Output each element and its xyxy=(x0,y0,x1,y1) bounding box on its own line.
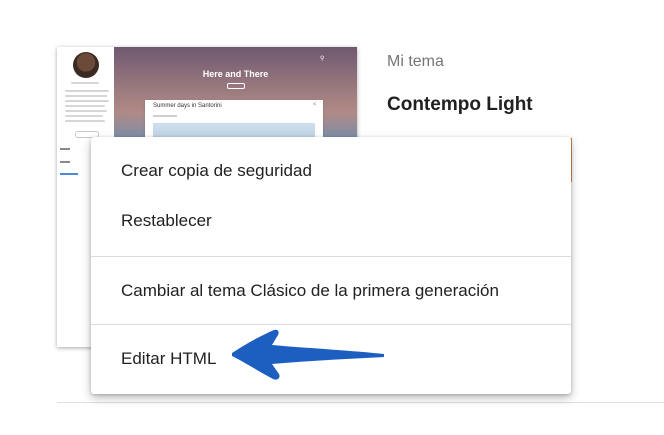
my-theme-label: Mi tema xyxy=(387,53,444,70)
preview-nav-line xyxy=(60,161,70,163)
preview-text-line xyxy=(65,95,107,97)
preview-text-line xyxy=(65,115,103,117)
search-icon: ⚲ xyxy=(320,56,325,62)
menu-divider xyxy=(91,256,571,257)
preview-nav-line xyxy=(60,148,70,150)
menu-item-restore[interactable]: Restablecer xyxy=(91,199,571,243)
preview-nav-line xyxy=(60,173,78,175)
preview-text-line xyxy=(65,105,105,107)
share-icon: < xyxy=(313,102,317,108)
preview-text-line xyxy=(65,90,109,92)
theme-name: Contempo Light xyxy=(387,94,533,115)
divider xyxy=(57,402,664,403)
menu-item-switch-classic-theme[interactable]: Cambiar al tema Clásico de la primera ge… xyxy=(91,269,571,313)
preview-post-title: Summer days in Santorini xyxy=(153,103,222,109)
preview-text-line xyxy=(65,100,109,102)
preview-text-line xyxy=(65,110,107,112)
preview-avatar xyxy=(73,52,99,78)
preview-hero-button xyxy=(227,83,245,89)
preview-hero-title: Here and There xyxy=(202,69,269,79)
preview-text-line xyxy=(65,120,105,122)
arrow-pointer-icon xyxy=(232,329,384,380)
menu-divider xyxy=(91,324,571,325)
preview-text-line xyxy=(71,82,99,84)
menu-item-backup[interactable]: Crear copia de seguridad xyxy=(91,149,571,193)
preview-post-date-line xyxy=(153,115,177,117)
